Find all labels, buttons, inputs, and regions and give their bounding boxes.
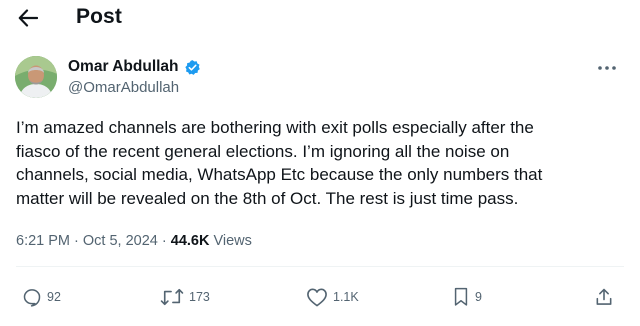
avatar-image <box>15 56 57 98</box>
like-button[interactable]: 1.1K <box>306 286 359 308</box>
post-text-line: matter will be revealed on the 8th of Oc… <box>16 188 519 208</box>
avatar[interactable] <box>15 56 57 98</box>
post-text: I’m amazed channels are bothering with e… <box>16 116 631 210</box>
post-text-line: fiasco of the recent general elections. … <box>16 141 510 161</box>
bookmark-button[interactable]: 9 <box>452 286 482 308</box>
post-meta: 6:21 PM · Oct 5, 2024 · 44.6K Views <box>16 233 252 249</box>
views-label: Views <box>213 233 252 249</box>
post-date[interactable]: Oct 5, 2024 <box>83 233 158 249</box>
more-icon <box>598 66 616 70</box>
reply-button[interactable]: 92 <box>22 286 61 308</box>
reply-count: 92 <box>47 290 61 304</box>
arrow-left-icon <box>18 9 38 27</box>
bookmark-count: 9 <box>475 290 482 304</box>
share-button[interactable] <box>594 286 614 308</box>
meta-separator: · <box>70 233 83 249</box>
share-icon <box>596 288 612 305</box>
verified-badge-icon <box>184 59 201 76</box>
repost-count: 173 <box>189 290 210 304</box>
author-name[interactable]: Omar Abdullah <box>68 58 179 76</box>
repost-icon <box>160 288 184 306</box>
views-count: 44.6K <box>170 233 210 249</box>
post-header: Post <box>0 0 640 36</box>
meta-separator: · <box>157 233 171 249</box>
bookmark-icon <box>454 287 468 306</box>
post-text-line: I’m amazed channels are bothering with e… <box>16 118 534 137</box>
post-time[interactable]: 6:21 PM <box>16 233 70 249</box>
post-page: Post Omar Abdullah @OmarAbdullah I’m ama… <box>0 0 640 326</box>
author-handle[interactable]: @OmarAbdullah <box>68 79 179 96</box>
heart-icon <box>307 288 327 307</box>
divider <box>16 266 624 267</box>
more-options-button[interactable] <box>594 60 620 76</box>
repost-button[interactable]: 173 <box>160 286 210 308</box>
reply-icon <box>23 289 41 307</box>
back-button[interactable] <box>14 5 42 31</box>
post-text-line: channels, social media, WhatsApp Etc bec… <box>16 165 543 184</box>
like-count: 1.1K <box>333 290 359 304</box>
author-name-row: Omar Abdullah <box>68 58 201 76</box>
page-title: Post <box>76 5 122 28</box>
